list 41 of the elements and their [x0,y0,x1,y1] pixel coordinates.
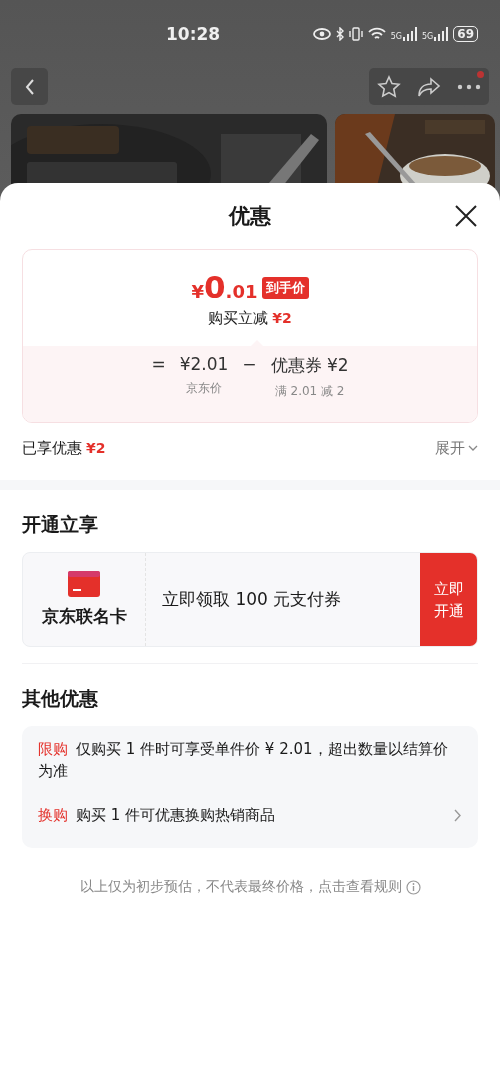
network-type: 5G [422,33,434,41]
offer-text: 立即领取 100 元支付券 [162,588,342,611]
signal-icon [434,27,449,41]
eye-icon [312,28,331,40]
section-heading: 其他优惠 [21,686,99,711]
card-name: 京东联名卡 [41,605,127,628]
price-badge: 到手价 [261,276,309,299]
chevron-icon[interactable] [454,808,462,822]
final-price: ¥0.01 [191,268,258,305]
vibrate-icon [348,27,363,41]
section-heading: 开通立享 [21,512,99,537]
saving-text: 购买立减 ¥2 [208,308,292,328]
status-time: 10:28 [166,24,222,44]
offer-item-text: 限购 仅购买 1 件时可享受单件价 ¥ 2.01，超出数量以结算价为准 [38,739,449,782]
share-icon[interactable] [417,75,441,98]
star-icon[interactable] [377,74,401,99]
info-icon[interactable] [405,879,421,895]
enjoyed-discount: 已享优惠 ¥2 [22,438,106,458]
card-icon [68,571,100,597]
close-icon[interactable] [454,204,478,228]
disclaimer-text: 以上仅为初步预估，不代表最终价格，点击查看规则 [79,878,402,896]
sheet-title: 优惠 [229,203,271,230]
offer-item-text: 换购 购买 1 件可优惠换购热销商品 [38,805,277,826]
price-term: 优惠券 ¥2 [270,354,349,377]
signal-icon [403,27,417,41]
network-type: 5G [390,33,402,41]
operator-sign: − [242,354,257,374]
back-button[interactable] [11,68,48,105]
more-icon[interactable] [457,83,481,90]
notification-dot [477,71,484,78]
battery-level: 69 [453,26,478,42]
term-caption: 京东价 [185,380,222,397]
activate-button[interactable]: 立即开通 [420,553,477,646]
expand-button[interactable]: 展开 [435,438,478,458]
wifi-icon [367,27,386,41]
price-term: ¥2.01 [179,354,229,374]
chevron-down-icon[interactable] [468,445,478,451]
operator-sign: = [151,354,166,374]
back-icon[interactable] [23,77,36,96]
term-caption: 满 2.01 减 2 [274,383,345,400]
bluetooth-icon [335,27,344,41]
